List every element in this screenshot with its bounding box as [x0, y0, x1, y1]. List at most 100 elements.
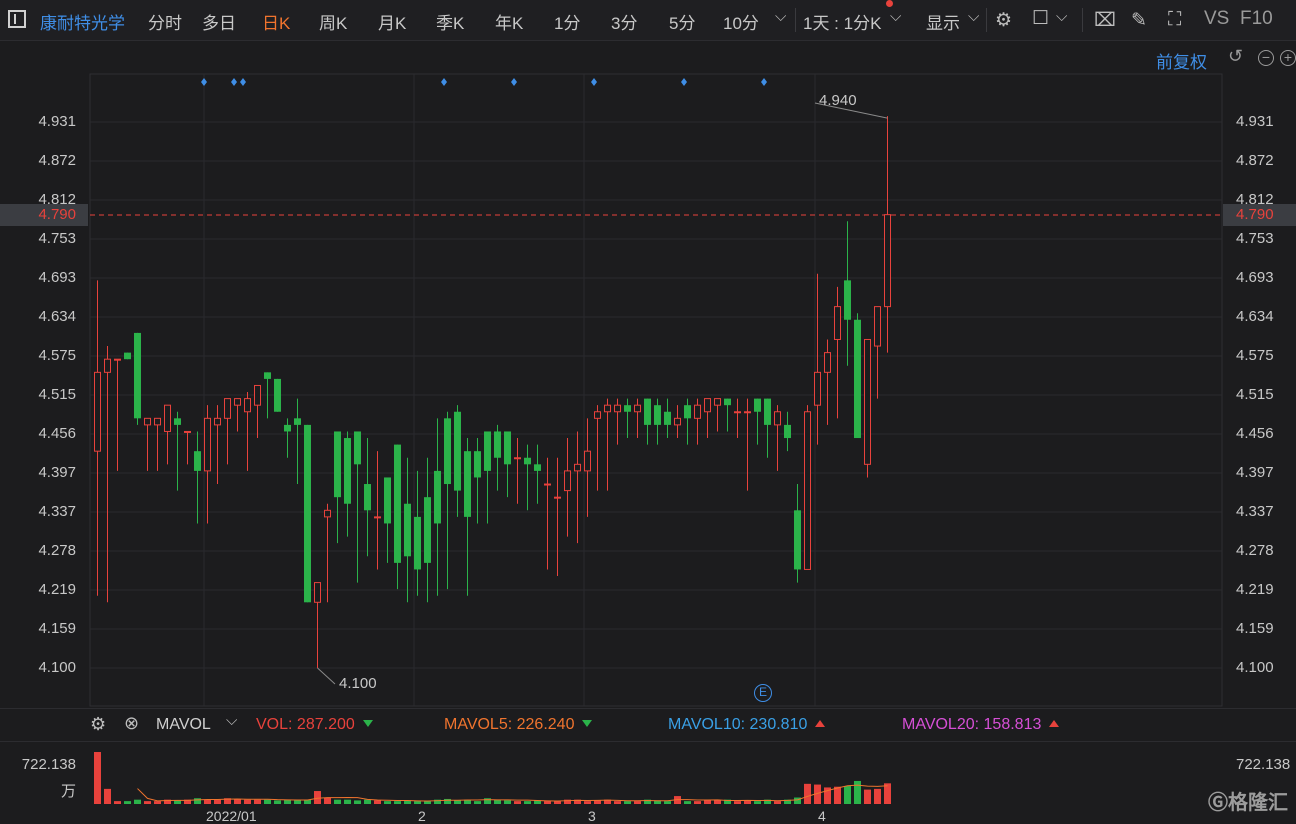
mavol20-readout: MAVOL20: 158.813: [902, 716, 1060, 734]
candle-body-down: [394, 444, 401, 563]
y-tick-label: 4.100: [38, 659, 76, 676]
display-chevron-icon[interactable]: ⌵: [968, 8, 979, 25]
zoom-in-icon[interactable]: +: [1280, 50, 1296, 66]
tab-quarterly-k[interactable]: 季K: [436, 9, 464, 34]
volume-bar: [564, 799, 571, 804]
volume-bar: [204, 799, 211, 804]
candle-body-up: [814, 371, 821, 406]
volume-bar: [94, 752, 101, 804]
current-price-tag-left: 4.790: [0, 204, 88, 226]
volume-bar: [404, 800, 411, 804]
y-tick-label: 4.278: [1236, 542, 1274, 559]
tab-fenshi[interactable]: 分时: [148, 9, 182, 34]
candle-body-up: [574, 463, 581, 472]
pencil-icon[interactable]: ✎: [1131, 9, 1147, 32]
event-diamond-icon: [240, 78, 246, 86]
volume-bar: [724, 799, 731, 804]
volume-bar: [864, 789, 871, 804]
volume-bar: [554, 801, 561, 804]
volume-bar: [814, 784, 821, 804]
mavol20-label: MAVOL20:: [902, 716, 980, 733]
grid: [0, 74, 1296, 706]
y-tick-label: 4.872: [1236, 152, 1274, 169]
separator: [986, 8, 987, 32]
tab-10min[interactable]: 10分: [723, 9, 759, 34]
volume-bar: [124, 801, 131, 804]
f10-button[interactable]: F10: [1240, 8, 1273, 30]
display-menu[interactable]: 显示: [926, 9, 960, 34]
y-tick-label: 4.634: [38, 308, 76, 325]
tab-3min[interactable]: 3分: [611, 9, 637, 34]
fullscreen-icon[interactable]: ⛶: [1168, 9, 1181, 31]
volume-bar: [534, 800, 541, 804]
candle-body-down: [294, 418, 301, 425]
candle-body-up: [544, 483, 551, 486]
candle-body-up: [244, 398, 251, 413]
candle-body-down: [754, 398, 761, 412]
event-diamond-icon: [681, 78, 687, 86]
candle-body-up: [714, 398, 721, 406]
volume-bar: [504, 800, 511, 804]
candle-body-up: [674, 417, 681, 426]
candle-body-down: [174, 418, 181, 425]
volume-bar: [714, 800, 721, 804]
volume-bar: [354, 800, 361, 804]
zoom-out-icon[interactable]: −: [1258, 50, 1274, 66]
tab-1min[interactable]: 1分: [554, 9, 580, 34]
separator: [795, 8, 796, 32]
tab-yearly-k[interactable]: 年K: [495, 9, 523, 34]
candle-body-up: [514, 457, 521, 460]
candle-body-up: [704, 398, 711, 413]
y-tick-label: 4.397: [1236, 464, 1274, 481]
indicator-settings-gear-icon[interactable]: ⚙: [90, 714, 106, 735]
indicator-close-icon[interactable]: ⊗: [124, 713, 139, 734]
indicator-name[interactable]: MAVOL: [156, 716, 211, 734]
reset-icon[interactable]: ↺: [1228, 46, 1243, 67]
volume-bar: [594, 800, 601, 804]
event-e-marker[interactable]: E: [754, 684, 772, 702]
volume-bar: [804, 783, 811, 804]
layout-chevron-icon[interactable]: ⌵: [1056, 8, 1067, 25]
candle-body-down: [524, 457, 531, 465]
volume-bar: [624, 801, 631, 804]
tab-multi-day[interactable]: 多日: [202, 9, 236, 34]
event-diamond-icon: [441, 78, 447, 86]
vol-readout: VOL: 287.200: [256, 716, 373, 734]
tab-weekly-k[interactable]: 周K: [319, 9, 347, 34]
camera-icon[interactable]: ⌧: [1094, 9, 1116, 32]
tab-5min[interactable]: 5分: [669, 9, 695, 34]
vs-button[interactable]: VS: [1204, 8, 1229, 30]
layout-square-icon[interactable]: ☐: [1032, 7, 1049, 30]
sidebar-toggle-icon[interactable]: [8, 10, 26, 28]
tab-daily-k[interactable]: 日K: [262, 9, 290, 34]
volume-bar: [434, 799, 441, 804]
settings-gear-icon[interactable]: ⚙: [995, 9, 1012, 32]
candle-body-up: [594, 411, 601, 419]
up-arrow-icon: [815, 720, 826, 727]
mavol5-readout: MAVOL5: 226.240: [444, 716, 593, 734]
y-tick-label: 4.693: [1236, 269, 1274, 286]
volume-bar: [634, 801, 641, 804]
more-periods-chevron-icon[interactable]: ⌵: [775, 8, 786, 25]
candle-body-up: [824, 352, 831, 373]
volume-bar: [524, 801, 531, 804]
adjust-mode-button[interactable]: 前复权: [1156, 48, 1207, 73]
volume-bar: [414, 801, 421, 804]
candles: [94, 102, 891, 685]
period-select[interactable]: 1天 : 1分K: [803, 9, 881, 34]
volume-bar: [754, 801, 761, 804]
stock-name[interactable]: 康耐特光学: [40, 9, 125, 34]
candle-body-down: [504, 431, 511, 465]
mavol5-label: MAVOL5:: [444, 716, 513, 733]
candle-body-up: [554, 496, 561, 499]
volume-bar: [294, 800, 301, 804]
vol-axis-value-right: 722.138: [1236, 756, 1291, 773]
period-chevron-icon[interactable]: ⌵: [890, 8, 901, 25]
volume-bar: [104, 788, 111, 804]
volume-bar: [454, 800, 461, 804]
candle-body-up: [614, 404, 621, 413]
tab-monthly-k[interactable]: 月K: [378, 9, 406, 34]
y-tick-label: 4.872: [38, 152, 76, 169]
indicator-chevron-icon[interactable]: ⌵: [226, 712, 237, 729]
volume-bar: [364, 799, 371, 804]
